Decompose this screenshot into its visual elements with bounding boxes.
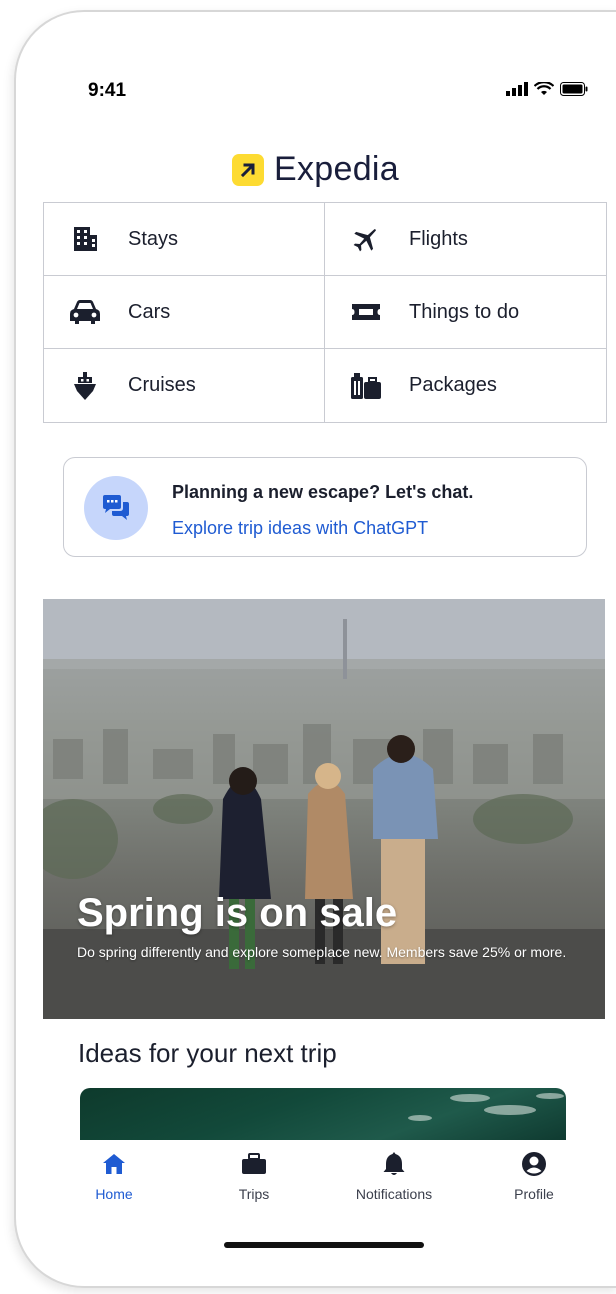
tab-trips[interactable]: Trips — [199, 1150, 309, 1202]
category-flights[interactable]: Flights — [325, 203, 606, 276]
ship-icon — [68, 371, 102, 400]
hero-subtitle: Do spring differently and explore somepl… — [77, 944, 567, 960]
category-stays[interactable]: Stays — [44, 203, 325, 276]
chatgpt-card[interactable]: Planning a new escape? Let's chat. Explo… — [63, 457, 587, 557]
tab-notifications[interactable]: Notifications — [339, 1150, 449, 1202]
status-icons — [506, 82, 588, 96]
airplane-icon — [349, 225, 383, 253]
battery-icon — [560, 82, 588, 96]
ideas-thumbnail-photo — [408, 1093, 564, 1121]
chat-card-link[interactable]: Explore trip ideas with ChatGPT — [172, 518, 428, 539]
chat-card-title: Planning a new escape? Let's chat. — [172, 482, 474, 502]
building-icon — [68, 225, 102, 253]
tab-label: Profile — [514, 1186, 554, 1202]
tab-label: Home — [95, 1186, 133, 1202]
wifi-icon — [534, 82, 554, 95]
spring-sale-banner[interactable]: Spring is on sale Do spring differently … — [43, 599, 605, 1019]
bell-icon — [383, 1150, 405, 1178]
category-cars[interactable]: Cars — [44, 276, 325, 349]
category-label: Cruises — [128, 374, 196, 396]
ideas-thumbnail[interactable] — [80, 1088, 566, 1140]
expedia-logo: Expedia — [232, 150, 399, 189]
tab-label: Trips — [238, 1186, 270, 1202]
phone-screen: 9:41 Expedia Stays Flights Cars Things t… — [14, 10, 616, 1288]
category-grid: Stays Flights Cars Things to do Cruises … — [43, 202, 607, 423]
tab-profile[interactable]: Profile — [479, 1150, 589, 1202]
status-time: 9:41 — [88, 80, 127, 101]
category-label: Things to do — [409, 300, 520, 323]
ticket-icon — [349, 298, 383, 326]
tab-home[interactable]: Home — [59, 1150, 169, 1202]
brand-name: Expedia — [274, 150, 399, 188]
luggage-icon — [349, 372, 383, 400]
chat-icon — [84, 476, 148, 540]
category-label: Packages — [409, 374, 497, 396]
signal-icon — [506, 82, 528, 96]
ideas-section-title: Ideas for your next trip — [78, 1038, 337, 1068]
car-icon — [68, 298, 102, 326]
category-things-to-do[interactable]: Things to do — [325, 276, 606, 349]
category-packages[interactable]: Packages — [325, 349, 606, 422]
category-label: Flights — [409, 227, 468, 250]
hero-title: Spring is on sale — [77, 891, 398, 935]
bottom-tab-bar: Home Trips Notifications Profile — [16, 1140, 616, 1210]
profile-icon — [521, 1150, 547, 1178]
category-label: Stays — [128, 227, 179, 250]
home-indicator[interactable] — [224, 1242, 424, 1248]
category-label: Cars — [128, 300, 171, 323]
category-cruises[interactable]: Cruises — [44, 349, 325, 422]
expedia-logo-mark — [232, 153, 264, 186]
tab-label: Notifications — [355, 1186, 433, 1202]
briefcase-icon — [241, 1150, 267, 1178]
home-icon — [102, 1150, 126, 1178]
